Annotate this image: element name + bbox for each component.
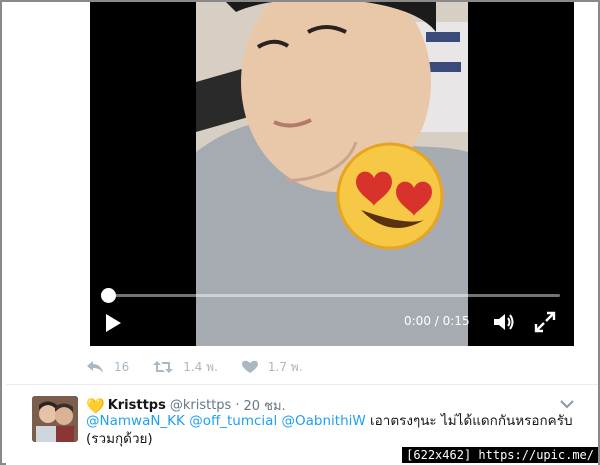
separator: · [235,398,240,413]
reply-icon [87,361,103,373]
time-separator: / [430,314,443,328]
retweet-action[interactable]: 1.4 พ. [153,358,218,377]
reply-count: 16 [114,360,130,374]
progress-knob[interactable] [101,288,116,303]
retweet-icon [153,361,174,373]
video-time: 0:00 / 0:15 [404,314,470,328]
like-action[interactable]: 1.7 พ. [241,358,303,377]
video-player[interactable]: 0:00 / 0:15 [90,2,574,346]
mention-link[interactable]: @NamwaN_KK [86,413,185,429]
display-name[interactable]: Kristtps [108,398,166,413]
reply-action[interactable]: 16 [86,360,129,374]
avatar[interactable] [32,396,78,442]
fullscreen-icon[interactable] [534,311,556,333]
retweet-count: 1.4 พ. [183,359,218,374]
tweet-actions: 16 1.4 พ. 1.7 พ. [86,357,327,377]
like-count: 1.7 พ. [267,359,303,374]
current-time: 0:00 [404,314,431,328]
tweet-text: @NamwaN_KK @off_tumcial @OabnithiW เอาตร… [86,412,582,448]
watermark: [622x462] https://upic.me/ [402,447,598,463]
user-handle[interactable]: @kristtps [170,398,231,413]
tweet-divider [6,384,598,385]
duration: 0:15 [442,314,470,328]
volume-icon[interactable] [492,311,516,333]
mention-link[interactable]: @off_tumcial [189,413,277,429]
chevron-down-icon[interactable] [560,395,574,409]
screenshot-frame: 0:00 / 0:15 16 1.4 พ. 1.7 พ. 💛 Kristtps … [0,0,600,465]
play-icon[interactable] [102,312,124,334]
heart-eyes-emoji [336,142,444,250]
timeline: 0:00 / 0:15 16 1.4 พ. 1.7 พ. 💛 Kristtps … [6,2,598,465]
mention-link[interactable]: @OabnithiW [282,413,366,429]
like-icon [241,360,258,373]
progress-bar[interactable] [108,294,560,297]
